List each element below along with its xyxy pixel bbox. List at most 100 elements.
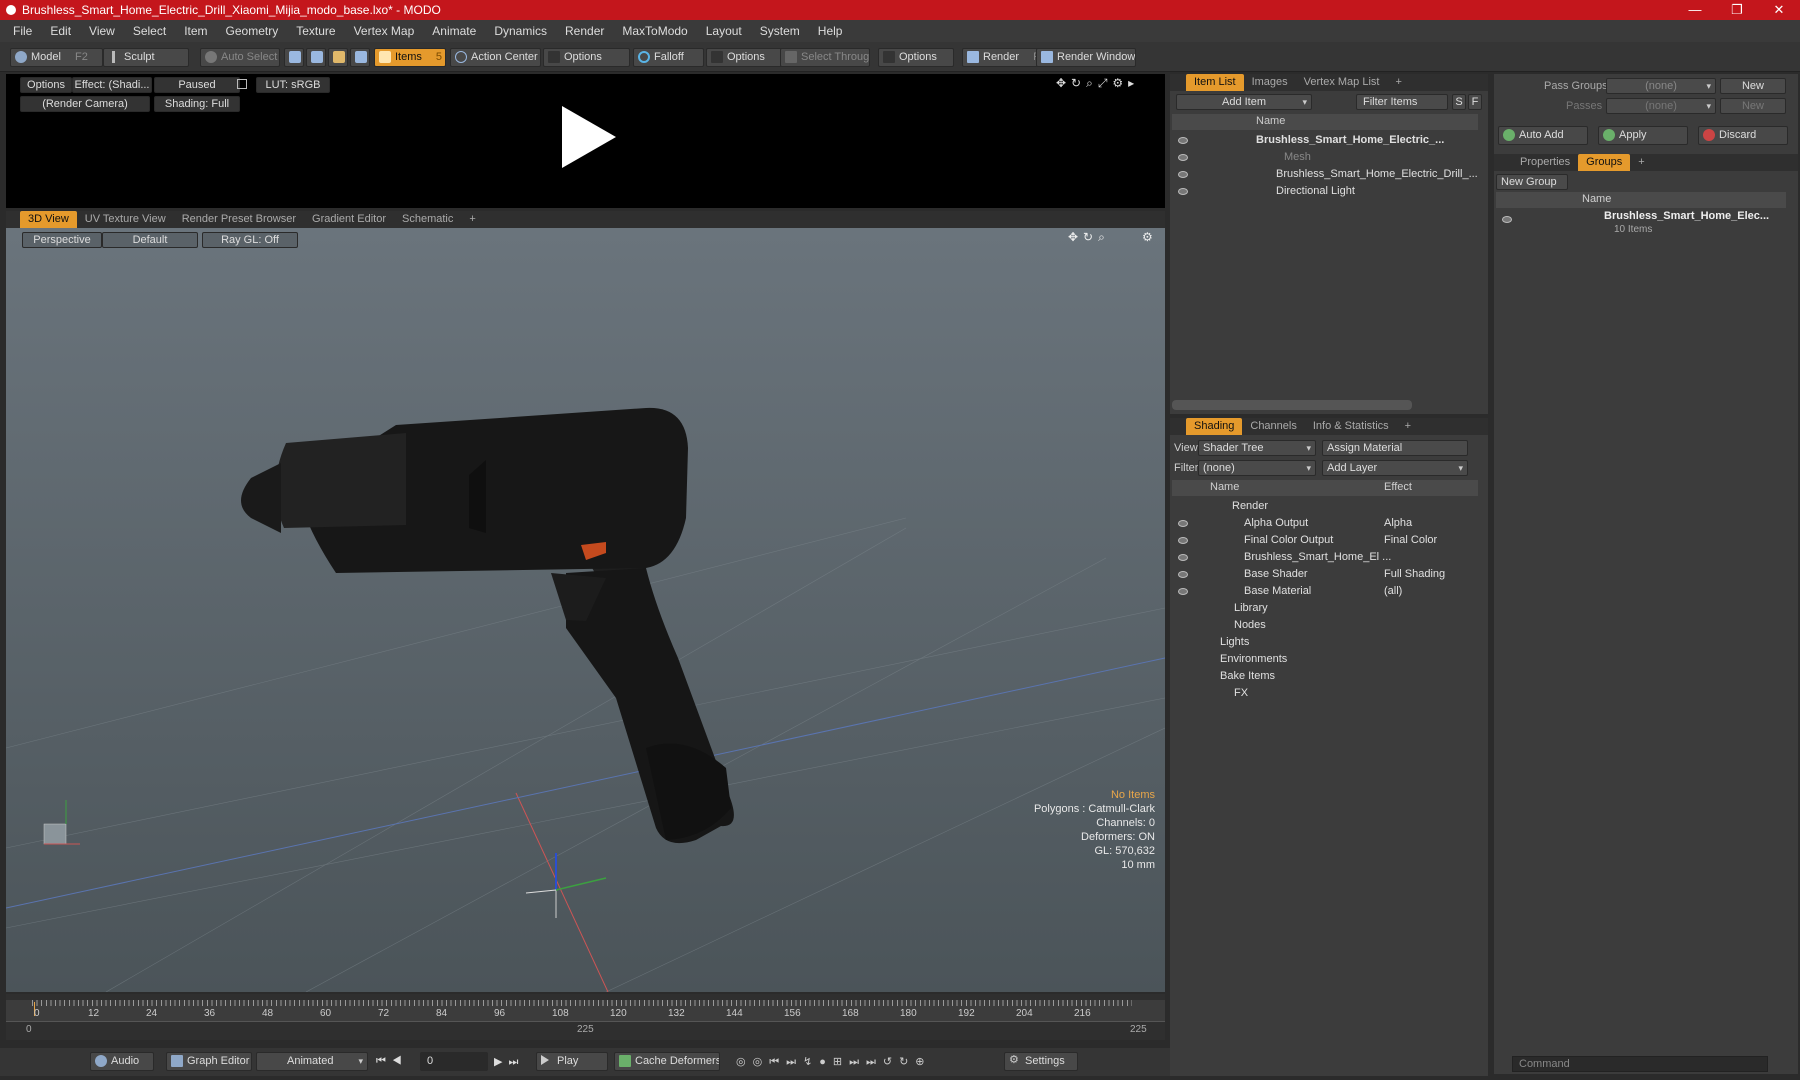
minimize-button[interactable]: — [1674,0,1716,20]
visibility-eye-icon[interactable] [1178,171,1188,178]
auto-add-button[interactable]: Auto Add [1498,126,1588,145]
shader-row-alpha-output[interactable]: Alpha Output Alpha [1172,515,1478,532]
falloff-options-button[interactable]: Options [706,48,782,67]
menu-maxtomodo[interactable]: MaxToModo [613,24,696,38]
shader-row-render[interactable]: Render [1172,498,1478,515]
visibility-eye-icon[interactable] [1178,554,1188,561]
edges-mode-button[interactable] [306,48,326,67]
polygons-mode-button[interactable] [328,48,348,67]
timeline[interactable]: 0 12 24 36 48 60 72 84 96 108 120 132 14… [6,994,1165,1040]
passes-dropdown[interactable]: (none) [1606,98,1716,114]
menu-item[interactable]: Item [175,24,216,38]
menu-select[interactable]: Select [124,24,175,38]
preview-options-button[interactable]: Options [20,77,72,93]
tree-row-mesh[interactable]: Mesh [1172,149,1478,166]
shader-row-nodes[interactable]: Nodes [1172,617,1478,634]
visibility-eye-icon[interactable] [1178,154,1188,161]
visibility-eye-icon[interactable] [1502,216,1512,223]
visibility-eye-icon[interactable] [1178,137,1188,144]
preview-effect-dropdown[interactable]: Effect: (Shadi... [72,77,152,93]
visibility-eye-icon[interactable] [1178,571,1188,578]
tab-render-preset-browser[interactable]: Render Preset Browser [174,211,304,228]
skip-forward-icons[interactable]: ▶⏭ [494,1055,524,1069]
tab-3d-view[interactable]: 3D View [20,211,77,228]
pass-groups-dropdown[interactable]: (none) [1606,78,1716,94]
menu-file[interactable]: File [4,24,41,38]
3d-viewport[interactable]: Perspective Default Ray GL: Off ✥↻⌕ ⚙ No… [6,228,1165,992]
visibility-eye-icon[interactable] [1178,520,1188,527]
menu-edit[interactable]: Edit [41,24,80,38]
menu-texture[interactable]: Texture [287,24,344,38]
model-mode-button[interactable]: Model F2 [10,48,103,67]
tree-row-directional-light[interactable]: Directional Light [1172,183,1478,200]
assign-material-button[interactable]: Assign Material [1322,440,1468,456]
menu-layout[interactable]: Layout [697,24,751,38]
filter-dropdown[interactable]: (none) [1198,460,1316,476]
menu-dynamics[interactable]: Dynamics [485,24,556,38]
shader-row-environments[interactable]: Environments [1172,651,1478,668]
tree-row-scene[interactable]: Brushless_Smart_Home_Electric_... [1172,132,1478,149]
action-center-options-button[interactable]: Options [543,48,630,67]
auto-select-button[interactable]: Auto Select [200,48,280,67]
tab-images[interactable]: Images [1244,74,1296,91]
tab-properties[interactable]: Properties [1512,154,1578,171]
tab-gradient-editor[interactable]: Gradient Editor [304,211,394,228]
menu-vertex-map[interactable]: Vertex Map [345,24,424,38]
preview-nav-icons[interactable]: ✥↻⌕⤢⚙▸ [1056,76,1139,91]
item-list-scrollbar[interactable] [1172,400,1412,410]
apply-button[interactable]: Apply [1598,126,1688,145]
shader-row-lights[interactable]: Lights [1172,634,1478,651]
command-input[interactable]: Command [1512,1056,1768,1072]
add-tab-icon[interactable]: + [1397,418,1419,435]
tab-channels[interactable]: Channels [1242,418,1304,435]
preview-paused-button[interactable]: Paused [154,77,240,93]
view-dropdown[interactable]: Shader Tree [1198,440,1316,456]
add-layer-dropdown[interactable]: Add Layer [1322,460,1468,476]
falloff-button[interactable]: Falloff [633,48,704,67]
visibility-eye-icon[interactable] [1178,188,1188,195]
new-group-button[interactable]: New Group [1496,174,1568,190]
add-tab-icon[interactable]: + [1630,154,1652,171]
new-pass-group-button[interactable]: New [1720,78,1786,94]
animated-dropdown[interactable]: Animated [256,1052,368,1071]
render-button[interactable]: RenderF9 [962,48,1038,67]
render-camera-dropdown[interactable]: (Render Camera) [20,96,150,112]
tab-schematic[interactable]: Schematic [394,211,461,228]
filter-f-button[interactable]: F [1468,94,1482,110]
shader-row-base-material[interactable]: Base Material (all) [1172,583,1478,600]
shader-row-library[interactable]: Library [1172,600,1478,617]
shader-row-material-group[interactable]: Brushless_Smart_Home_El ... [1172,549,1478,566]
vertices-mode-button[interactable] [284,48,304,67]
select-through-button[interactable]: Select Through [780,48,870,67]
add-tab-icon[interactable]: + [461,211,483,228]
menu-geometry[interactable]: Geometry [217,24,288,38]
action-center-button[interactable]: Action Center [450,48,541,67]
menu-render[interactable]: Render [556,24,613,38]
tab-groups[interactable]: Groups [1578,154,1631,171]
shading-dropdown[interactable]: Shading: Full [154,96,240,112]
skip-back-icons[interactable]: ⏮◀ [376,1055,408,1068]
play-icon[interactable] [554,104,620,170]
visibility-eye-icon[interactable] [1178,588,1188,595]
filter-s-button[interactable]: S [1452,94,1466,110]
visibility-eye-icon[interactable] [1178,537,1188,544]
tree-row-drill-group[interactable]: Brushless_Smart_Home_Electric_Drill_... [1172,166,1478,183]
sculpt-mode-button[interactable]: Sculpt [103,48,189,67]
cache-deformers-button[interactable]: Cache Deformers [614,1052,720,1071]
menu-system[interactable]: System [751,24,809,38]
items-mode-button[interactable]: Items 5 [374,48,446,67]
close-button[interactable]: ✕ [1758,0,1800,20]
menu-view[interactable]: View [80,24,124,38]
discard-button[interactable]: Discard [1698,126,1788,145]
shader-row-fx[interactable]: FX [1172,685,1478,702]
frame-field[interactable]: 0 [420,1052,488,1071]
tab-vertex-map-list[interactable]: Vertex Map List [1296,74,1388,91]
play-button[interactable]: Play [536,1052,608,1071]
settings-button[interactable]: ⚙ Settings [1004,1052,1078,1071]
shader-row-bake-items[interactable]: Bake Items [1172,668,1478,685]
render-window-button[interactable]: Render Window [1036,48,1136,67]
shader-row-final-color-output[interactable]: Final Color Output Final Color [1172,532,1478,549]
graph-editor-button[interactable]: Graph Editor [166,1052,252,1071]
menu-help[interactable]: Help [809,24,852,38]
new-pass-button[interactable]: New [1720,98,1786,114]
